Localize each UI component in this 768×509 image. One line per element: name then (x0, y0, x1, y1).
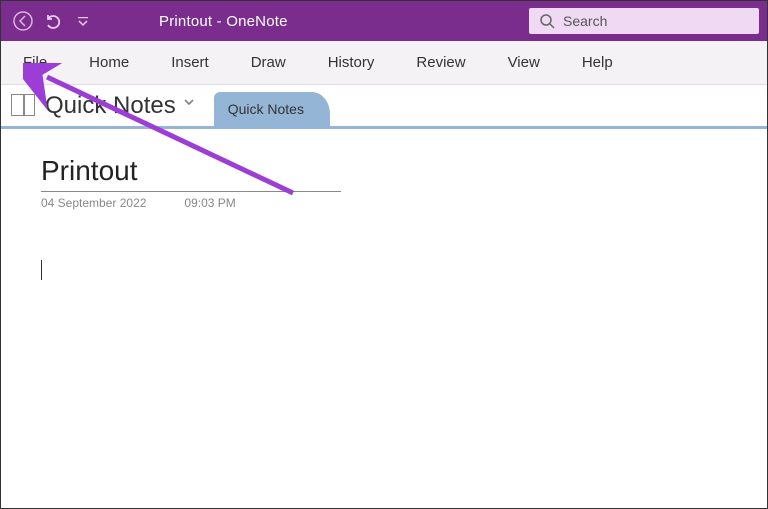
ribbon-tab-review[interactable]: Review (408, 44, 473, 81)
page-time: 09:03 PM (184, 196, 235, 210)
chevron-down-icon (76, 14, 90, 28)
ribbon-tab-insert[interactable]: Insert (163, 44, 217, 81)
ribbon-tab-view[interactable]: View (500, 44, 548, 81)
window-title: Printout - OneNote (159, 13, 288, 30)
section-dropdown[interactable] (182, 95, 196, 114)
page-tab-label: Quick Notes (228, 101, 304, 117)
ribbon-tab-draw[interactable]: Draw (243, 44, 294, 81)
chevron-down-icon (182, 95, 196, 109)
back-arrow-icon (12, 10, 34, 32)
ribbon: File Home Insert Draw History Review Vie… (1, 41, 767, 85)
search-icon (539, 13, 555, 29)
ribbon-tab-help[interactable]: Help (574, 44, 621, 81)
page-meta: 04 September 2022 09:03 PM (41, 196, 727, 210)
page-content[interactable]: 04 September 2022 09:03 PM (1, 129, 767, 306)
page-date: 04 September 2022 (41, 196, 146, 210)
ribbon-tab-history[interactable]: History (320, 44, 383, 81)
notebook-bar: Quick Notes Quick Notes (1, 85, 767, 129)
page-tab[interactable]: Quick Notes (214, 92, 330, 126)
titlebar: Printout - OneNote Search (1, 1, 767, 41)
search-box[interactable]: Search (529, 8, 759, 34)
page-title-input[interactable] (41, 155, 341, 192)
section-title[interactable]: Quick Notes (45, 92, 176, 120)
ribbon-tab-file[interactable]: File (15, 44, 55, 81)
undo-icon (43, 11, 63, 31)
notebook-icon[interactable] (11, 94, 35, 116)
search-placeholder: Search (563, 13, 607, 29)
back-button[interactable] (9, 7, 37, 35)
quick-access-dropdown[interactable] (69, 7, 97, 35)
undo-button[interactable] (39, 7, 67, 35)
text-cursor (41, 260, 42, 280)
ribbon-tab-home[interactable]: Home (81, 44, 137, 81)
